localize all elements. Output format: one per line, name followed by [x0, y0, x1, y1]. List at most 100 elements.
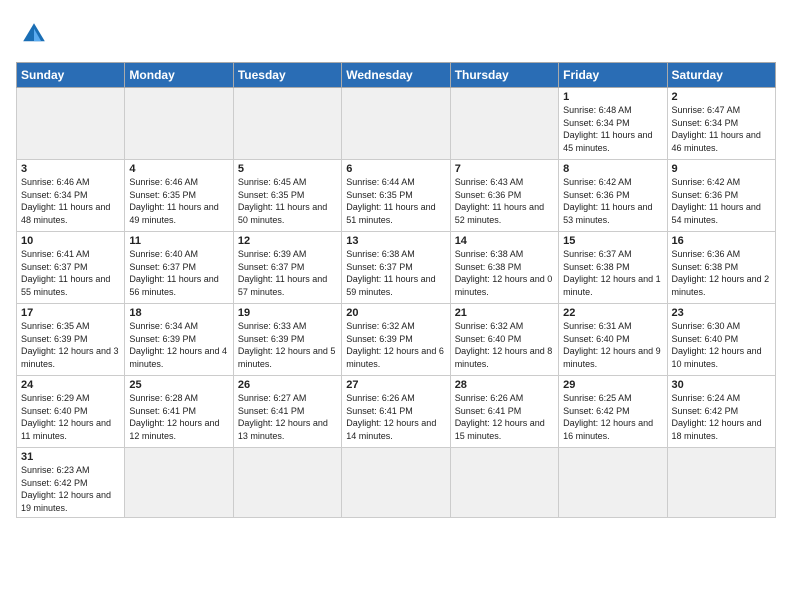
page: SundayMondayTuesdayWednesdayThursdayFrid… [0, 0, 792, 612]
day-number: 20 [346, 307, 445, 319]
calendar-cell: 21Sunrise: 6:32 AM Sunset: 6:40 PM Dayli… [450, 304, 558, 376]
header-day-saturday: Saturday [667, 63, 775, 88]
day-number: 12 [238, 235, 337, 247]
calendar-cell: 9Sunrise: 6:42 AM Sunset: 6:36 PM Daylig… [667, 160, 775, 232]
week-row-2: 10Sunrise: 6:41 AM Sunset: 6:37 PM Dayli… [17, 232, 776, 304]
day-number: 6 [346, 163, 445, 175]
calendar-cell: 20Sunrise: 6:32 AM Sunset: 6:39 PM Dayli… [342, 304, 450, 376]
calendar-cell [233, 448, 341, 518]
calendar-cell: 14Sunrise: 6:38 AM Sunset: 6:38 PM Dayli… [450, 232, 558, 304]
day-number: 16 [672, 235, 771, 247]
day-number: 2 [672, 91, 771, 103]
calendar-cell: 10Sunrise: 6:41 AM Sunset: 6:37 PM Dayli… [17, 232, 125, 304]
calendar-header: SundayMondayTuesdayWednesdayThursdayFrid… [17, 63, 776, 88]
day-number: 4 [129, 163, 228, 175]
day-number: 19 [238, 307, 337, 319]
day-info: Sunrise: 6:25 AM Sunset: 6:42 PM Dayligh… [563, 392, 662, 442]
day-info: Sunrise: 6:35 AM Sunset: 6:39 PM Dayligh… [21, 320, 120, 370]
calendar-cell: 26Sunrise: 6:27 AM Sunset: 6:41 PM Dayli… [233, 376, 341, 448]
day-info: Sunrise: 6:32 AM Sunset: 6:39 PM Dayligh… [346, 320, 445, 370]
day-info: Sunrise: 6:40 AM Sunset: 6:37 PM Dayligh… [129, 248, 228, 298]
day-info: Sunrise: 6:32 AM Sunset: 6:40 PM Dayligh… [455, 320, 554, 370]
day-info: Sunrise: 6:46 AM Sunset: 6:34 PM Dayligh… [21, 176, 120, 226]
day-info: Sunrise: 6:29 AM Sunset: 6:40 PM Dayligh… [21, 392, 120, 442]
day-number: 23 [672, 307, 771, 319]
day-number: 18 [129, 307, 228, 319]
calendar-cell: 3Sunrise: 6:46 AM Sunset: 6:34 PM Daylig… [17, 160, 125, 232]
day-info: Sunrise: 6:30 AM Sunset: 6:40 PM Dayligh… [672, 320, 771, 370]
header-day-sunday: Sunday [17, 63, 125, 88]
day-number: 15 [563, 235, 662, 247]
day-number: 8 [563, 163, 662, 175]
calendar-cell [125, 448, 233, 518]
day-number: 3 [21, 163, 120, 175]
week-row-4: 24Sunrise: 6:29 AM Sunset: 6:40 PM Dayli… [17, 376, 776, 448]
day-number: 14 [455, 235, 554, 247]
calendar-cell: 2Sunrise: 6:47 AM Sunset: 6:34 PM Daylig… [667, 88, 775, 160]
calendar-cell [450, 88, 558, 160]
calendar-cell [559, 448, 667, 518]
calendar-cell: 23Sunrise: 6:30 AM Sunset: 6:40 PM Dayli… [667, 304, 775, 376]
day-info: Sunrise: 6:48 AM Sunset: 6:34 PM Dayligh… [563, 104, 662, 154]
header [16, 16, 776, 52]
header-day-tuesday: Tuesday [233, 63, 341, 88]
week-row-1: 3Sunrise: 6:46 AM Sunset: 6:34 PM Daylig… [17, 160, 776, 232]
day-info: Sunrise: 6:31 AM Sunset: 6:40 PM Dayligh… [563, 320, 662, 370]
general-blue-icon [16, 16, 52, 52]
calendar-cell [125, 88, 233, 160]
day-info: Sunrise: 6:47 AM Sunset: 6:34 PM Dayligh… [672, 104, 771, 154]
calendar-cell: 15Sunrise: 6:37 AM Sunset: 6:38 PM Dayli… [559, 232, 667, 304]
day-info: Sunrise: 6:24 AM Sunset: 6:42 PM Dayligh… [672, 392, 771, 442]
day-number: 5 [238, 163, 337, 175]
day-info: Sunrise: 6:33 AM Sunset: 6:39 PM Dayligh… [238, 320, 337, 370]
calendar-cell: 12Sunrise: 6:39 AM Sunset: 6:37 PM Dayli… [233, 232, 341, 304]
day-number: 26 [238, 379, 337, 391]
day-number: 28 [455, 379, 554, 391]
calendar-cell: 18Sunrise: 6:34 AM Sunset: 6:39 PM Dayli… [125, 304, 233, 376]
week-row-3: 17Sunrise: 6:35 AM Sunset: 6:39 PM Dayli… [17, 304, 776, 376]
day-number: 29 [563, 379, 662, 391]
calendar-cell: 30Sunrise: 6:24 AM Sunset: 6:42 PM Dayli… [667, 376, 775, 448]
calendar-cell [17, 88, 125, 160]
header-day-wednesday: Wednesday [342, 63, 450, 88]
calendar-cell [450, 448, 558, 518]
calendar-cell: 29Sunrise: 6:25 AM Sunset: 6:42 PM Dayli… [559, 376, 667, 448]
day-info: Sunrise: 6:27 AM Sunset: 6:41 PM Dayligh… [238, 392, 337, 442]
calendar-cell: 1Sunrise: 6:48 AM Sunset: 6:34 PM Daylig… [559, 88, 667, 160]
logo [16, 16, 56, 52]
day-info: Sunrise: 6:42 AM Sunset: 6:36 PM Dayligh… [672, 176, 771, 226]
day-info: Sunrise: 6:26 AM Sunset: 6:41 PM Dayligh… [455, 392, 554, 442]
calendar-cell [233, 88, 341, 160]
day-info: Sunrise: 6:45 AM Sunset: 6:35 PM Dayligh… [238, 176, 337, 226]
day-number: 21 [455, 307, 554, 319]
calendar-cell: 25Sunrise: 6:28 AM Sunset: 6:41 PM Dayli… [125, 376, 233, 448]
day-info: Sunrise: 6:44 AM Sunset: 6:35 PM Dayligh… [346, 176, 445, 226]
calendar-cell: 27Sunrise: 6:26 AM Sunset: 6:41 PM Dayli… [342, 376, 450, 448]
calendar-cell: 24Sunrise: 6:29 AM Sunset: 6:40 PM Dayli… [17, 376, 125, 448]
day-number: 10 [21, 235, 120, 247]
calendar-cell: 6Sunrise: 6:44 AM Sunset: 6:35 PM Daylig… [342, 160, 450, 232]
day-info: Sunrise: 6:36 AM Sunset: 6:38 PM Dayligh… [672, 248, 771, 298]
calendar-cell: 13Sunrise: 6:38 AM Sunset: 6:37 PM Dayli… [342, 232, 450, 304]
day-number: 17 [21, 307, 120, 319]
day-info: Sunrise: 6:37 AM Sunset: 6:38 PM Dayligh… [563, 248, 662, 298]
header-day-monday: Monday [125, 63, 233, 88]
day-info: Sunrise: 6:42 AM Sunset: 6:36 PM Dayligh… [563, 176, 662, 226]
day-number: 13 [346, 235, 445, 247]
day-number: 11 [129, 235, 228, 247]
day-number: 30 [672, 379, 771, 391]
day-info: Sunrise: 6:38 AM Sunset: 6:37 PM Dayligh… [346, 248, 445, 298]
week-row-5: 31Sunrise: 6:23 AM Sunset: 6:42 PM Dayli… [17, 448, 776, 518]
calendar-cell: 8Sunrise: 6:42 AM Sunset: 6:36 PM Daylig… [559, 160, 667, 232]
calendar-cell: 31Sunrise: 6:23 AM Sunset: 6:42 PM Dayli… [17, 448, 125, 518]
day-info: Sunrise: 6:38 AM Sunset: 6:38 PM Dayligh… [455, 248, 554, 298]
calendar-cell [342, 448, 450, 518]
day-number: 1 [563, 91, 662, 103]
day-number: 22 [563, 307, 662, 319]
day-info: Sunrise: 6:34 AM Sunset: 6:39 PM Dayligh… [129, 320, 228, 370]
week-row-0: 1Sunrise: 6:48 AM Sunset: 6:34 PM Daylig… [17, 88, 776, 160]
day-info: Sunrise: 6:28 AM Sunset: 6:41 PM Dayligh… [129, 392, 228, 442]
header-row: SundayMondayTuesdayWednesdayThursdayFrid… [17, 63, 776, 88]
day-info: Sunrise: 6:46 AM Sunset: 6:35 PM Dayligh… [129, 176, 228, 226]
calendar-cell: 4Sunrise: 6:46 AM Sunset: 6:35 PM Daylig… [125, 160, 233, 232]
